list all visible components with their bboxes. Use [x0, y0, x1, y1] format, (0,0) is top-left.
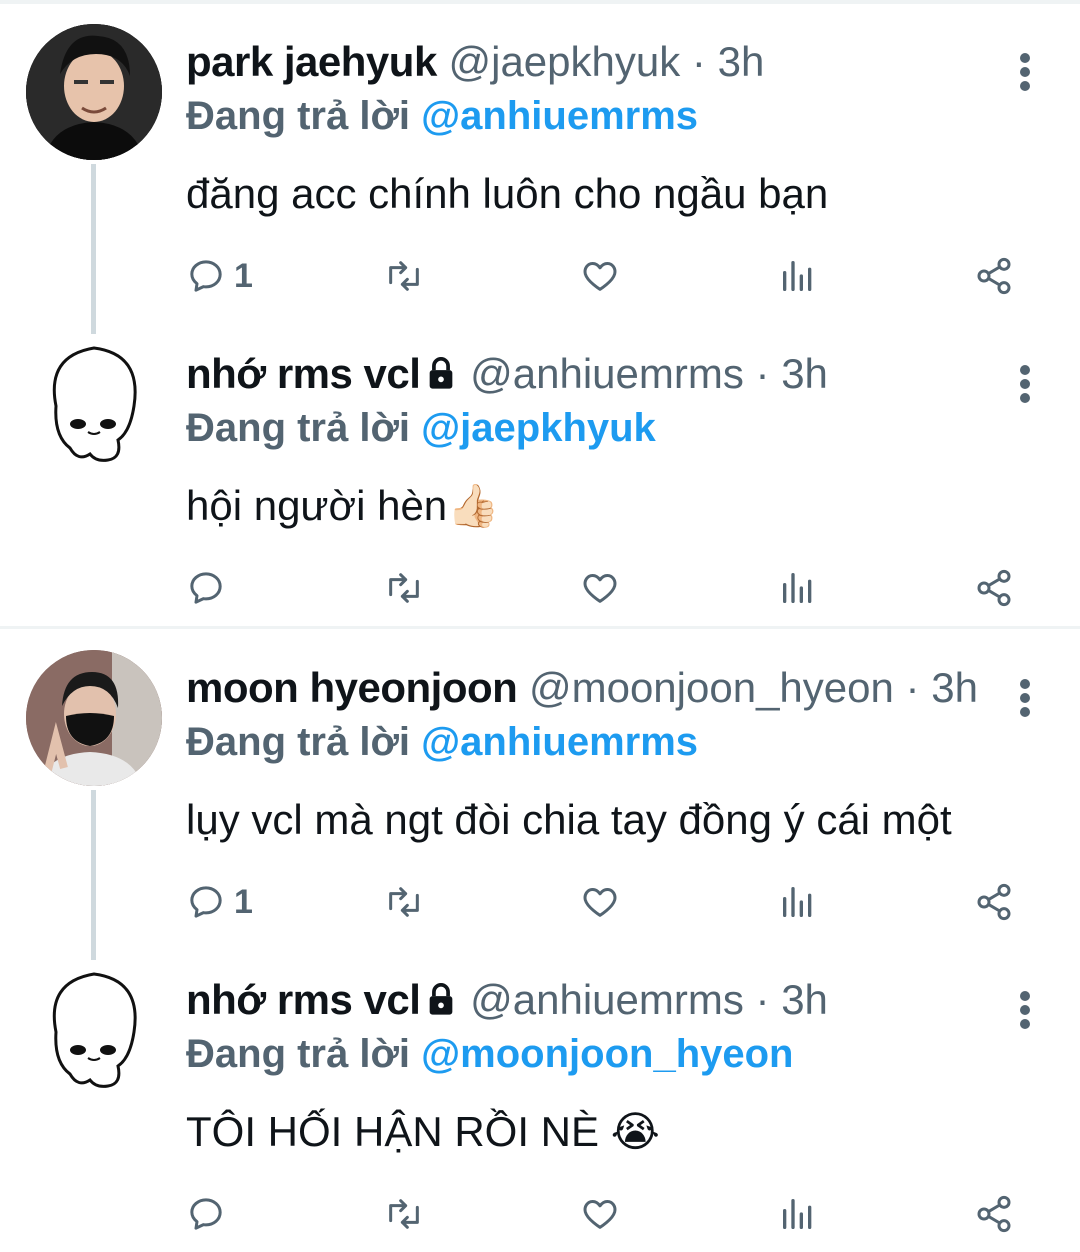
share-icon [974, 256, 1014, 296]
analytics-button[interactable] [778, 872, 818, 932]
retweet-button[interactable] [382, 246, 426, 306]
like-button[interactable] [580, 1184, 620, 1244]
display-name[interactable]: park jaehyuk [186, 38, 437, 85]
analytics-icon [778, 568, 818, 608]
retweet-icon [382, 1194, 426, 1234]
replying-to: Đang trả lời @anhiuemrms [186, 90, 698, 142]
like-button[interactable] [580, 246, 620, 306]
replying-to-mention[interactable]: @anhiuemrms [421, 94, 698, 138]
tweet[interactable]: moon hyeonjoon @moonjoon_hyeon · 3h Đang… [0, 650, 1080, 960]
top-divider [0, 0, 1080, 4]
timestamp[interactable]: 3h [718, 38, 765, 85]
tweet[interactable]: nhớ rms vcl @anhiuemrms · 3h Đang trả lờ… [0, 336, 1080, 626]
tweet-text: TÔI HỐI HẬN RỒI NÈ 😭 [186, 1108, 660, 1155]
display-name[interactable]: moon hyeonjoon [186, 664, 518, 711]
heart-icon [580, 882, 620, 922]
retweet-icon [382, 882, 426, 922]
tweet-text: đăng acc chính luôn cho ngầu bạn [186, 170, 829, 217]
tweet-actions: 1 [0, 872, 1080, 932]
avatar[interactable] [26, 962, 162, 1098]
separator-dot: · [691, 38, 706, 85]
retweet-button[interactable] [382, 1184, 426, 1244]
heart-icon [580, 568, 620, 608]
reply-icon [186, 882, 226, 922]
reply-icon [186, 568, 226, 608]
reply-button[interactable]: 1 [186, 872, 253, 932]
replying-to-label: Đang trả lời [186, 406, 411, 450]
tweet[interactable]: nhớ rms vcl @anhiuemrms · 3h Đang trả lờ… [0, 962, 1080, 1252]
analytics-icon [778, 882, 818, 922]
share-button[interactable] [974, 558, 1014, 618]
share-icon [974, 568, 1014, 608]
replying-to-label: Đang trả lời [186, 94, 411, 138]
reply-count: 1 [234, 882, 253, 921]
reply-count: 1 [234, 256, 253, 295]
replying-to: Đang trả lời @jaepkhyuk [186, 402, 656, 454]
analytics-icon [778, 256, 818, 296]
timestamp[interactable]: 3h [781, 350, 828, 397]
replying-to: Đang trả lời @anhiuemrms [186, 716, 698, 768]
reply-button[interactable] [186, 558, 234, 618]
handle[interactable]: @anhiuemrms [470, 350, 744, 397]
tweet-text: lụy vcl mà ngt đòi chia tay đồng ý cái m… [186, 796, 952, 843]
share-icon [974, 882, 1014, 922]
more-vertical-icon[interactable] [1010, 350, 1040, 410]
share-button[interactable] [974, 246, 1014, 306]
retweet-icon [382, 568, 426, 608]
replying-to-mention[interactable]: @moonjoon_hyeon [421, 1032, 793, 1076]
tweet-header: nhớ rms vcl @anhiuemrms · 3h [186, 974, 990, 1030]
reply-icon [186, 1194, 226, 1234]
tweet-actions [0, 1184, 1080, 1244]
analytics-button[interactable] [778, 558, 818, 618]
more-vertical-icon[interactable] [1010, 664, 1040, 724]
analytics-icon [778, 1194, 818, 1234]
replying-to-mention[interactable]: @jaepkhyuk [421, 406, 656, 450]
analytics-button[interactable] [778, 1184, 818, 1244]
handle[interactable]: @anhiuemrms [470, 976, 744, 1023]
retweet-button[interactable] [382, 558, 426, 618]
share-button[interactable] [974, 872, 1014, 932]
heart-icon [580, 256, 620, 296]
separator-dot: · [755, 350, 770, 397]
tweet-header: nhớ rms vcl @anhiuemrms · 3h [186, 348, 990, 404]
tweet-header: park jaehyuk @jaepkhyuk · 3h [186, 36, 990, 88]
reply-icon [186, 256, 226, 296]
timestamp[interactable]: 3h [781, 976, 828, 1023]
tweet-header: moon hyeonjoon @moonjoon_hyeon · 3h [186, 662, 990, 714]
tweet-actions: 1 [0, 246, 1080, 306]
share-icon [974, 1194, 1014, 1234]
share-button[interactable] [974, 1184, 1014, 1244]
reply-button[interactable] [186, 1184, 234, 1244]
retweet-button[interactable] [382, 872, 426, 932]
analytics-button[interactable] [778, 246, 818, 306]
retweet-icon [382, 256, 426, 296]
replying-to-label: Đang trả lời [186, 720, 411, 764]
like-button[interactable] [580, 558, 620, 618]
avatar[interactable] [26, 336, 162, 472]
avatar[interactable] [26, 650, 162, 786]
lock-icon [424, 352, 458, 404]
tweet[interactable]: park jaehyuk @jaepkhyuk · 3h Đang trả lờ… [0, 24, 1080, 334]
replying-to-label: Đang trả lời [186, 1032, 411, 1076]
tweet-text: hội người hèn👍🏻 [186, 482, 500, 529]
like-button[interactable] [580, 872, 620, 932]
avatar[interactable] [26, 24, 162, 160]
separator-dot: · [755, 976, 770, 1023]
replying-to: Đang trả lời @moonjoon_hyeon [186, 1028, 793, 1080]
timestamp[interactable]: 3h [931, 664, 978, 711]
thread-divider [0, 626, 1080, 629]
display-name[interactable]: nhớ rms vcl [186, 350, 421, 397]
separator-dot: · [905, 664, 920, 711]
more-vertical-icon[interactable] [1010, 976, 1040, 1036]
tweet-actions [0, 558, 1080, 618]
display-name[interactable]: nhớ rms vcl [186, 976, 421, 1023]
reply-button[interactable]: 1 [186, 246, 253, 306]
lock-icon [424, 978, 458, 1030]
handle[interactable]: @jaepkhyuk [448, 38, 680, 85]
handle[interactable]: @moonjoon_hyeon [529, 664, 894, 711]
heart-icon [580, 1194, 620, 1234]
more-vertical-icon[interactable] [1010, 38, 1040, 98]
replying-to-mention[interactable]: @anhiuemrms [421, 720, 698, 764]
